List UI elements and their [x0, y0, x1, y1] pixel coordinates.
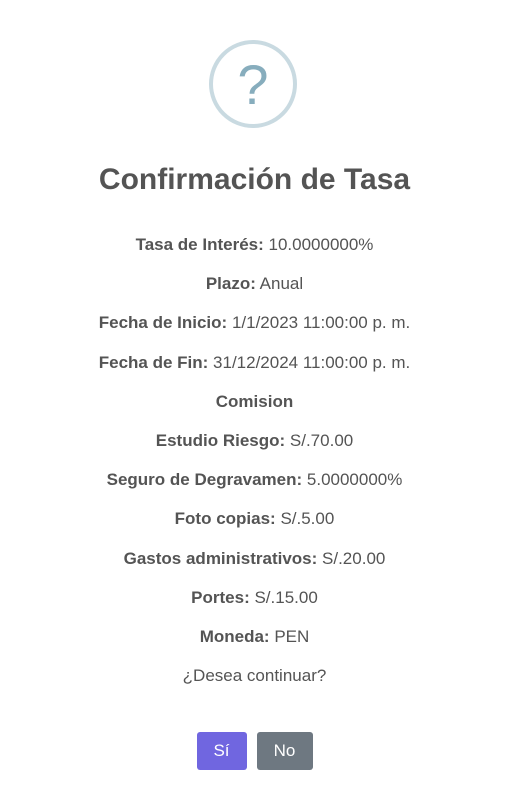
detail-label: Seguro de Degravamen:	[106, 470, 303, 490]
detail-label: Fecha de Inicio:	[98, 313, 228, 333]
detail-row-insurance: Seguro de Degravamen: 5.0000000%	[0, 463, 509, 502]
detail-row-risk-study: Estudio Riesgo: S/.70.00	[0, 424, 509, 463]
dialog-title: Confirmación de Tasa	[98, 163, 411, 196]
detail-value: 1/1/2023 11:00:00 p. m.	[227, 313, 411, 333]
detail-section-commission: Comision	[0, 385, 509, 424]
detail-value: S/.15.00	[249, 587, 318, 607]
detail-label: Fecha de Fin:	[98, 352, 209, 372]
detail-label: Portes:	[191, 587, 250, 607]
detail-row-end-date: Fecha de Fin: 31/12/2024 11:00:00 p. m.	[0, 346, 509, 385]
detail-value: S/.70.00	[285, 430, 354, 450]
detail-value: 10.0000000%	[263, 235, 374, 254]
detail-value: 5.0000000%	[302, 470, 403, 490]
dialog-actions: Sí No	[0, 732, 509, 770]
detail-row-admin-fees: Gastos administrativos: S/.20.00	[0, 542, 509, 581]
detail-value: 31/12/2024 11:00:00 p. m.	[208, 352, 411, 372]
detail-label: Estudio Riesgo:	[155, 430, 286, 450]
detail-row-start-date: Fecha de Inicio: 1/1/2023 11:00:00 p. m.	[0, 306, 509, 345]
detail-value: S/.20.00	[317, 548, 386, 568]
detail-row-postage: Portes: S/.15.00	[0, 581, 509, 620]
detail-row-interest-rate: Tasa de Interés: 10.0000000%	[0, 228, 509, 267]
detail-label: Gastos administrativos:	[123, 548, 318, 568]
detail-label: Moneda:	[199, 626, 270, 646]
question-icon: ?	[209, 40, 297, 128]
detail-label: Tasa de Interés:	[135, 235, 264, 254]
detail-value: PEN	[269, 626, 310, 646]
cancel-button[interactable]: No	[256, 732, 313, 770]
detail-row-term: Plazo: Anual	[0, 267, 509, 306]
dialog-details: Tasa de Interés: 10.0000000% Plazo: Anua…	[0, 228, 509, 698]
confirm-button[interactable]: Sí	[196, 732, 247, 770]
continue-question: ¿Desea continuar?	[182, 666, 327, 686]
detail-row-photocopies: Foto copias: S/.5.00	[0, 502, 509, 541]
detail-row-currency: Moneda: PEN	[0, 620, 509, 659]
detail-value: S/.5.00	[275, 509, 335, 529]
detail-label: Plazo:	[205, 274, 256, 294]
confirm-dialog: ? Confirmación de Tasa Tasa de Interés: …	[0, 0, 509, 793]
section-heading: Comision	[215, 391, 294, 411]
detail-value: Anual	[255, 274, 304, 294]
detail-label: Foto copias:	[174, 509, 276, 529]
question-mark-glyph: ?	[237, 53, 269, 116]
